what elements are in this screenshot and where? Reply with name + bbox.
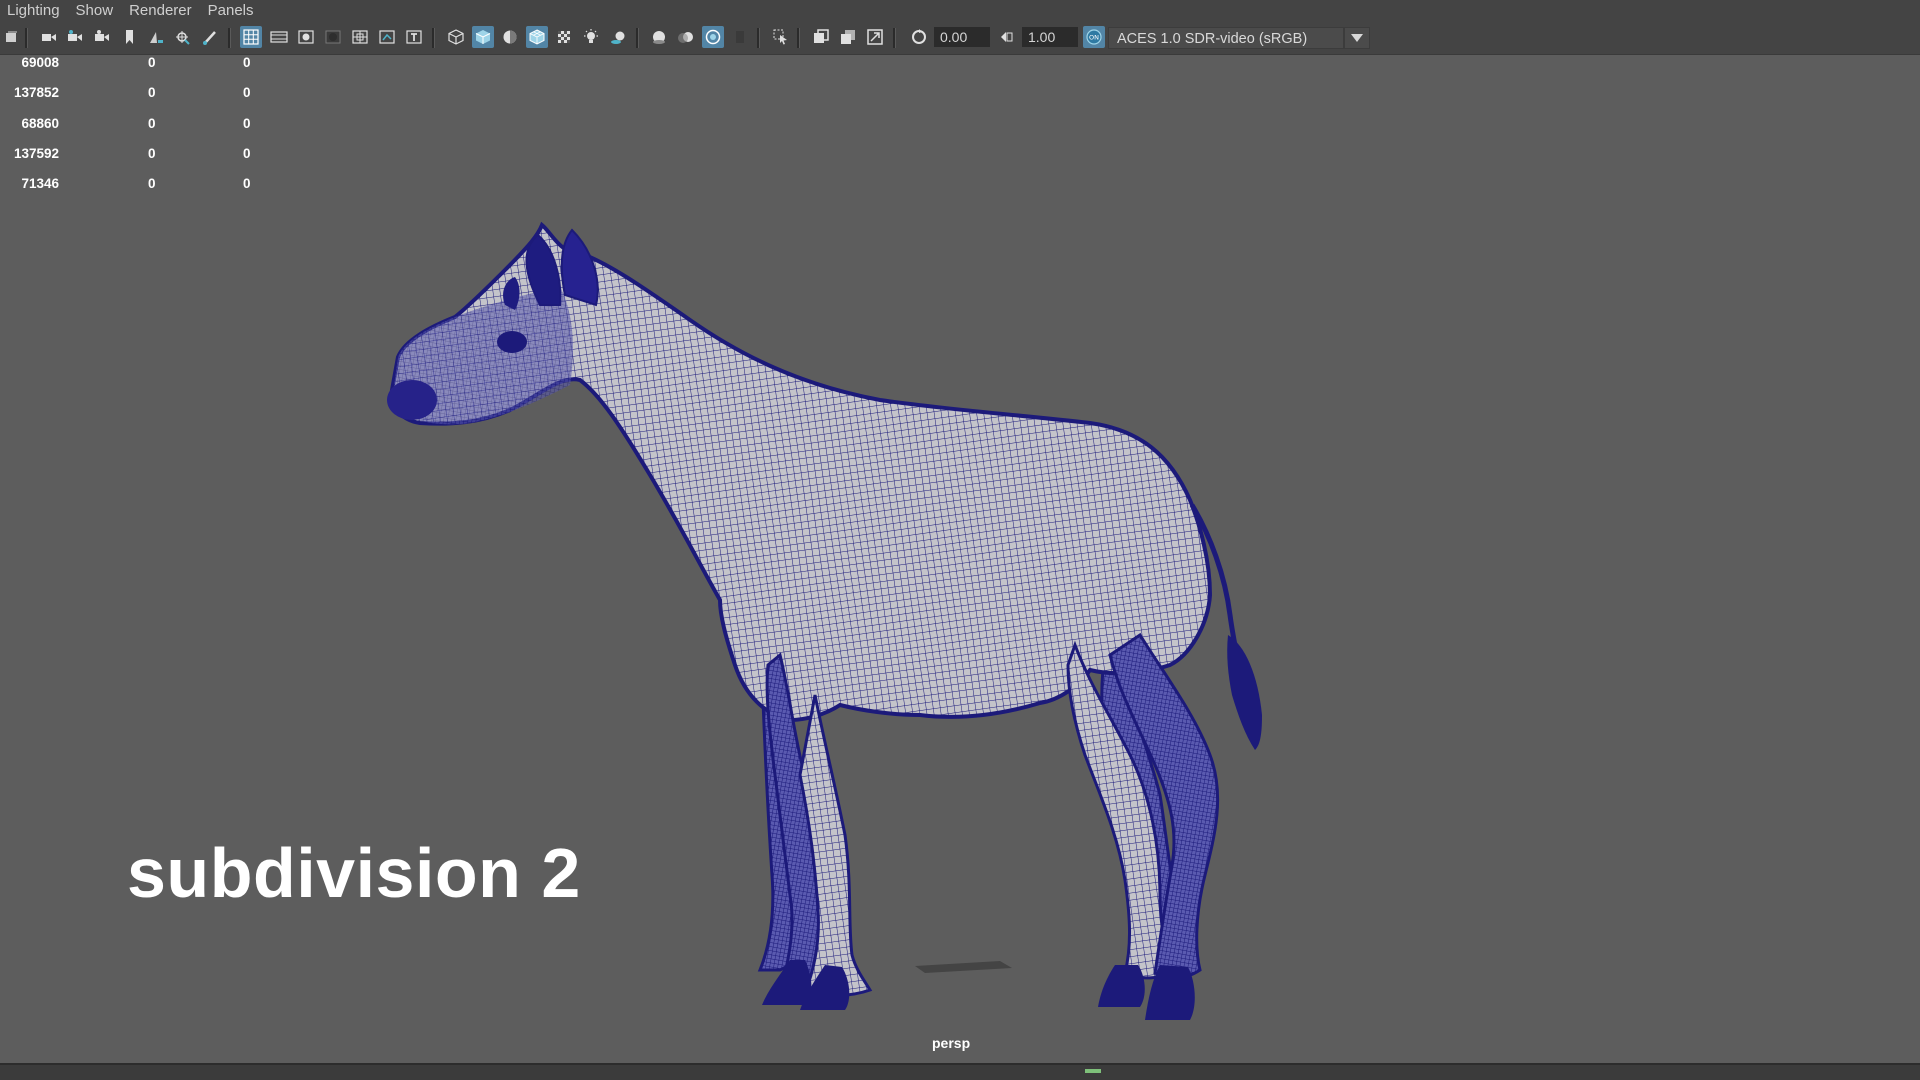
select-camera-icon[interactable] (2, 26, 24, 48)
resolution-gate-icon[interactable] (295, 26, 317, 48)
gate-mask-icon[interactable] (322, 26, 344, 48)
bottom-status-bar (0, 1063, 1920, 1080)
isolate-select-icon[interactable] (770, 26, 792, 48)
toolbar-separator (893, 28, 896, 48)
textured-icon[interactable] (553, 26, 575, 48)
toolbar-separator (797, 28, 800, 48)
gamma-icon[interactable] (995, 26, 1017, 48)
safe-action-icon[interactable] (376, 26, 398, 48)
xray-icon[interactable] (810, 26, 832, 48)
toolbar-separator (432, 28, 435, 48)
maya-viewport-window: Lighting Show Renderer Panels 0.00 1.00 … (0, 0, 1920, 1080)
color-space-dropdown[interactable]: ACES 1.0 SDR-video (sRGB) (1108, 27, 1344, 49)
image-plane-icon[interactable] (91, 26, 113, 48)
color-management-icon[interactable]: ON (1083, 26, 1105, 48)
menu-lighting[interactable]: Lighting (0, 0, 69, 22)
exposure-field[interactable]: 0.00 (934, 27, 990, 47)
wireframe-on-shaded-icon[interactable] (526, 26, 548, 48)
dropdown-arrow-icon[interactable] (1344, 27, 1370, 49)
shadows-icon[interactable] (607, 26, 629, 48)
svg-text:ON: ON (1089, 34, 1099, 42)
xray-components-icon[interactable] (864, 26, 886, 48)
menu-show[interactable]: Show (69, 0, 123, 22)
panel-menu-bar: Lighting Show Renderer Panels (0, 0, 1920, 22)
field-chart-icon[interactable] (349, 26, 371, 48)
wireframe-icon[interactable] (445, 26, 467, 48)
gamma-field[interactable]: 1.00 (1022, 27, 1078, 47)
toolbar-separator (636, 28, 639, 48)
anti-aliasing-icon[interactable] (702, 26, 724, 48)
grease-pencil-icon[interactable] (172, 26, 194, 48)
toolbar-separator (228, 28, 231, 48)
menu-panels[interactable]: Panels (201, 0, 263, 22)
camera-attributes-icon[interactable] (38, 26, 60, 48)
subdivision-caption: subdivision 2 (127, 834, 581, 912)
menu-renderer[interactable]: Renderer (122, 0, 201, 22)
panel-toolbar: 0.00 1.00 ON ACES 1.0 SDR-video (sRGB) (0, 22, 1920, 55)
depth-of-field-icon[interactable] (729, 26, 751, 48)
xray-joints-icon[interactable] (837, 26, 859, 48)
screen-space-ao-icon[interactable] (648, 26, 670, 48)
smooth-shade-icon[interactable] (472, 26, 494, 48)
status-indicator (1085, 1069, 1101, 1073)
use-all-lights-icon[interactable] (580, 26, 602, 48)
paint-brush-icon[interactable] (199, 26, 221, 48)
camera-name-label: persp (932, 1035, 971, 1051)
use-default-material-icon[interactable] (499, 26, 521, 48)
toolbar-separator (25, 28, 28, 48)
bookmark-icon[interactable] (118, 26, 140, 48)
motion-blur-icon[interactable] (675, 26, 697, 48)
2d-pan-zoom-icon[interactable] (145, 26, 167, 48)
safe-title-icon[interactable] (403, 26, 425, 48)
camera-bookmark-icon[interactable] (64, 26, 86, 48)
exposure-icon[interactable] (908, 26, 930, 48)
perspective-viewport[interactable]: 69008 0 0 137852 0 0 68860 0 0 137592 0 … (0, 55, 1920, 1063)
grid-icon[interactable] (240, 26, 262, 48)
film-gate-icon[interactable] (268, 26, 290, 48)
toolbar-separator (757, 28, 760, 48)
